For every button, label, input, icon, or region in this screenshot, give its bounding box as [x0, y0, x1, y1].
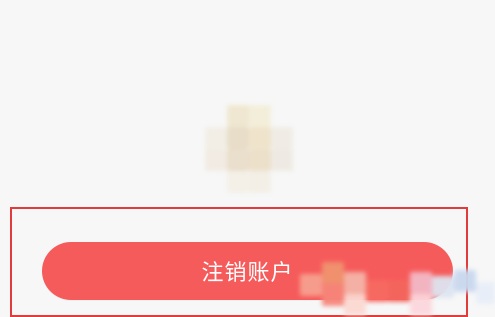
avatar-pixel	[249, 171, 271, 193]
cancel-account-button[interactable]: 注销账户	[42, 242, 453, 300]
avatar-pixel	[205, 127, 227, 149]
avatar-pixel	[271, 149, 293, 171]
cancel-account-button-label: 注销账户	[201, 261, 294, 286]
account-settings-screen: 注销账户	[0, 0, 495, 317]
pixelated-avatar-icon	[185, 105, 315, 205]
avatar-pixel	[249, 105, 271, 127]
avatar-pixel	[227, 149, 249, 171]
avatar-pixel	[227, 105, 249, 127]
avatar-pixel	[227, 127, 249, 149]
avatar-pixel	[249, 127, 271, 149]
avatar-pixel	[271, 127, 293, 149]
avatar-pixel	[205, 149, 227, 171]
avatar-pixel	[249, 149, 271, 171]
avatar-pixel	[227, 171, 249, 193]
watermark-pixel	[476, 282, 495, 304]
